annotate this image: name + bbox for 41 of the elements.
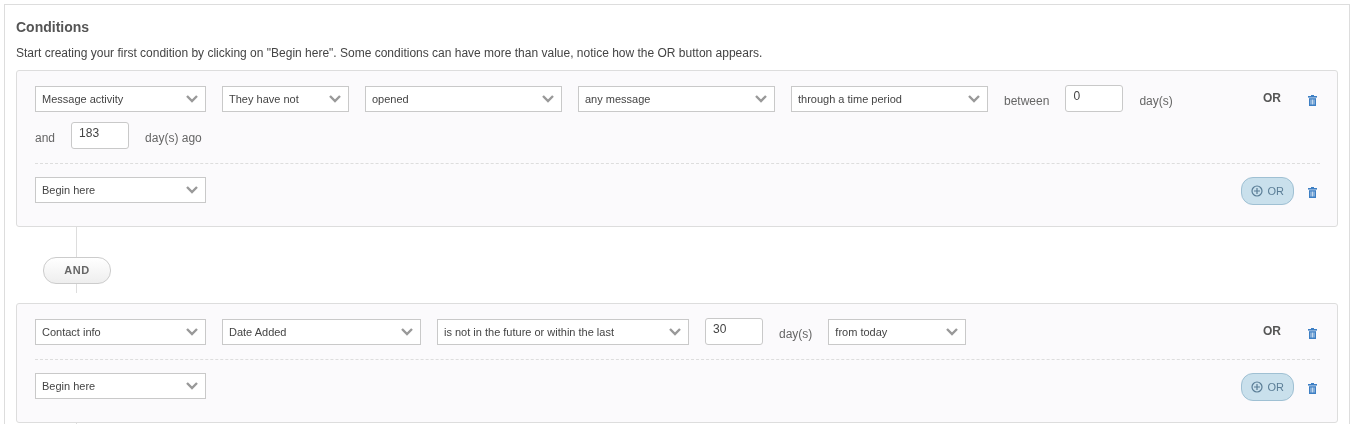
plus-circle-icon [1250, 380, 1263, 393]
label-text: day(s) [1139, 92, 1173, 108]
plus-circle-icon [1250, 184, 1263, 197]
number-field[interactable]: 30 [705, 318, 763, 345]
section-title: Conditions [16, 19, 91, 35]
dropdown[interactable]: Date Added [222, 318, 421, 345]
or-label: OR [1262, 324, 1282, 338]
chevron-down-icon [186, 327, 198, 336]
dropdown[interactable]: They have not [222, 85, 349, 112]
chevron-down-icon [186, 186, 198, 194]
label-text: and [35, 129, 56, 145]
chevron-down-icon [946, 327, 959, 336]
dropdown[interactable]: from today [828, 318, 967, 345]
chevron-down-icon [186, 382, 198, 390]
trash-icon [1308, 327, 1317, 339]
chevron-down-icon [401, 327, 413, 336]
chevron-down-icon [186, 94, 198, 103]
dropdown[interactable]: any message [578, 85, 775, 112]
trash-icon [1308, 382, 1317, 394]
dropdown[interactable]: through a time period [791, 85, 988, 112]
dropdown[interactable]: Message activity [35, 85, 206, 112]
label-text: between [1004, 92, 1050, 108]
dropdown[interactable]: Contact info [35, 318, 206, 345]
chevron-down-icon [329, 94, 341, 103]
label-text: day(s) [779, 325, 813, 341]
dropdown[interactable]: Begin here [35, 373, 206, 399]
chevron-down-icon [755, 94, 767, 103]
and-button[interactable]: AND [43, 256, 111, 284]
chevron-down-icon [542, 94, 554, 103]
chevron-down-icon [669, 327, 681, 336]
dropdown[interactable]: opened [365, 85, 562, 112]
chevron-down-icon [968, 94, 980, 103]
dropdown[interactable]: is not in the future or within the last [437, 318, 689, 345]
number-field[interactable]: 0 [1065, 85, 1124, 112]
trash-icon [1308, 186, 1317, 198]
number-field[interactable]: 183 [71, 122, 130, 149]
or-label: OR [1262, 91, 1282, 105]
dropdown[interactable]: Begin here [35, 177, 206, 203]
label-text: day(s) ago [145, 129, 202, 145]
instructions-text: Start creating your first condition by clicking on "Begin here". Some conditions can have more than value, notice how the OR button appears. [16, 46, 764, 60]
trash-icon [1308, 94, 1317, 106]
